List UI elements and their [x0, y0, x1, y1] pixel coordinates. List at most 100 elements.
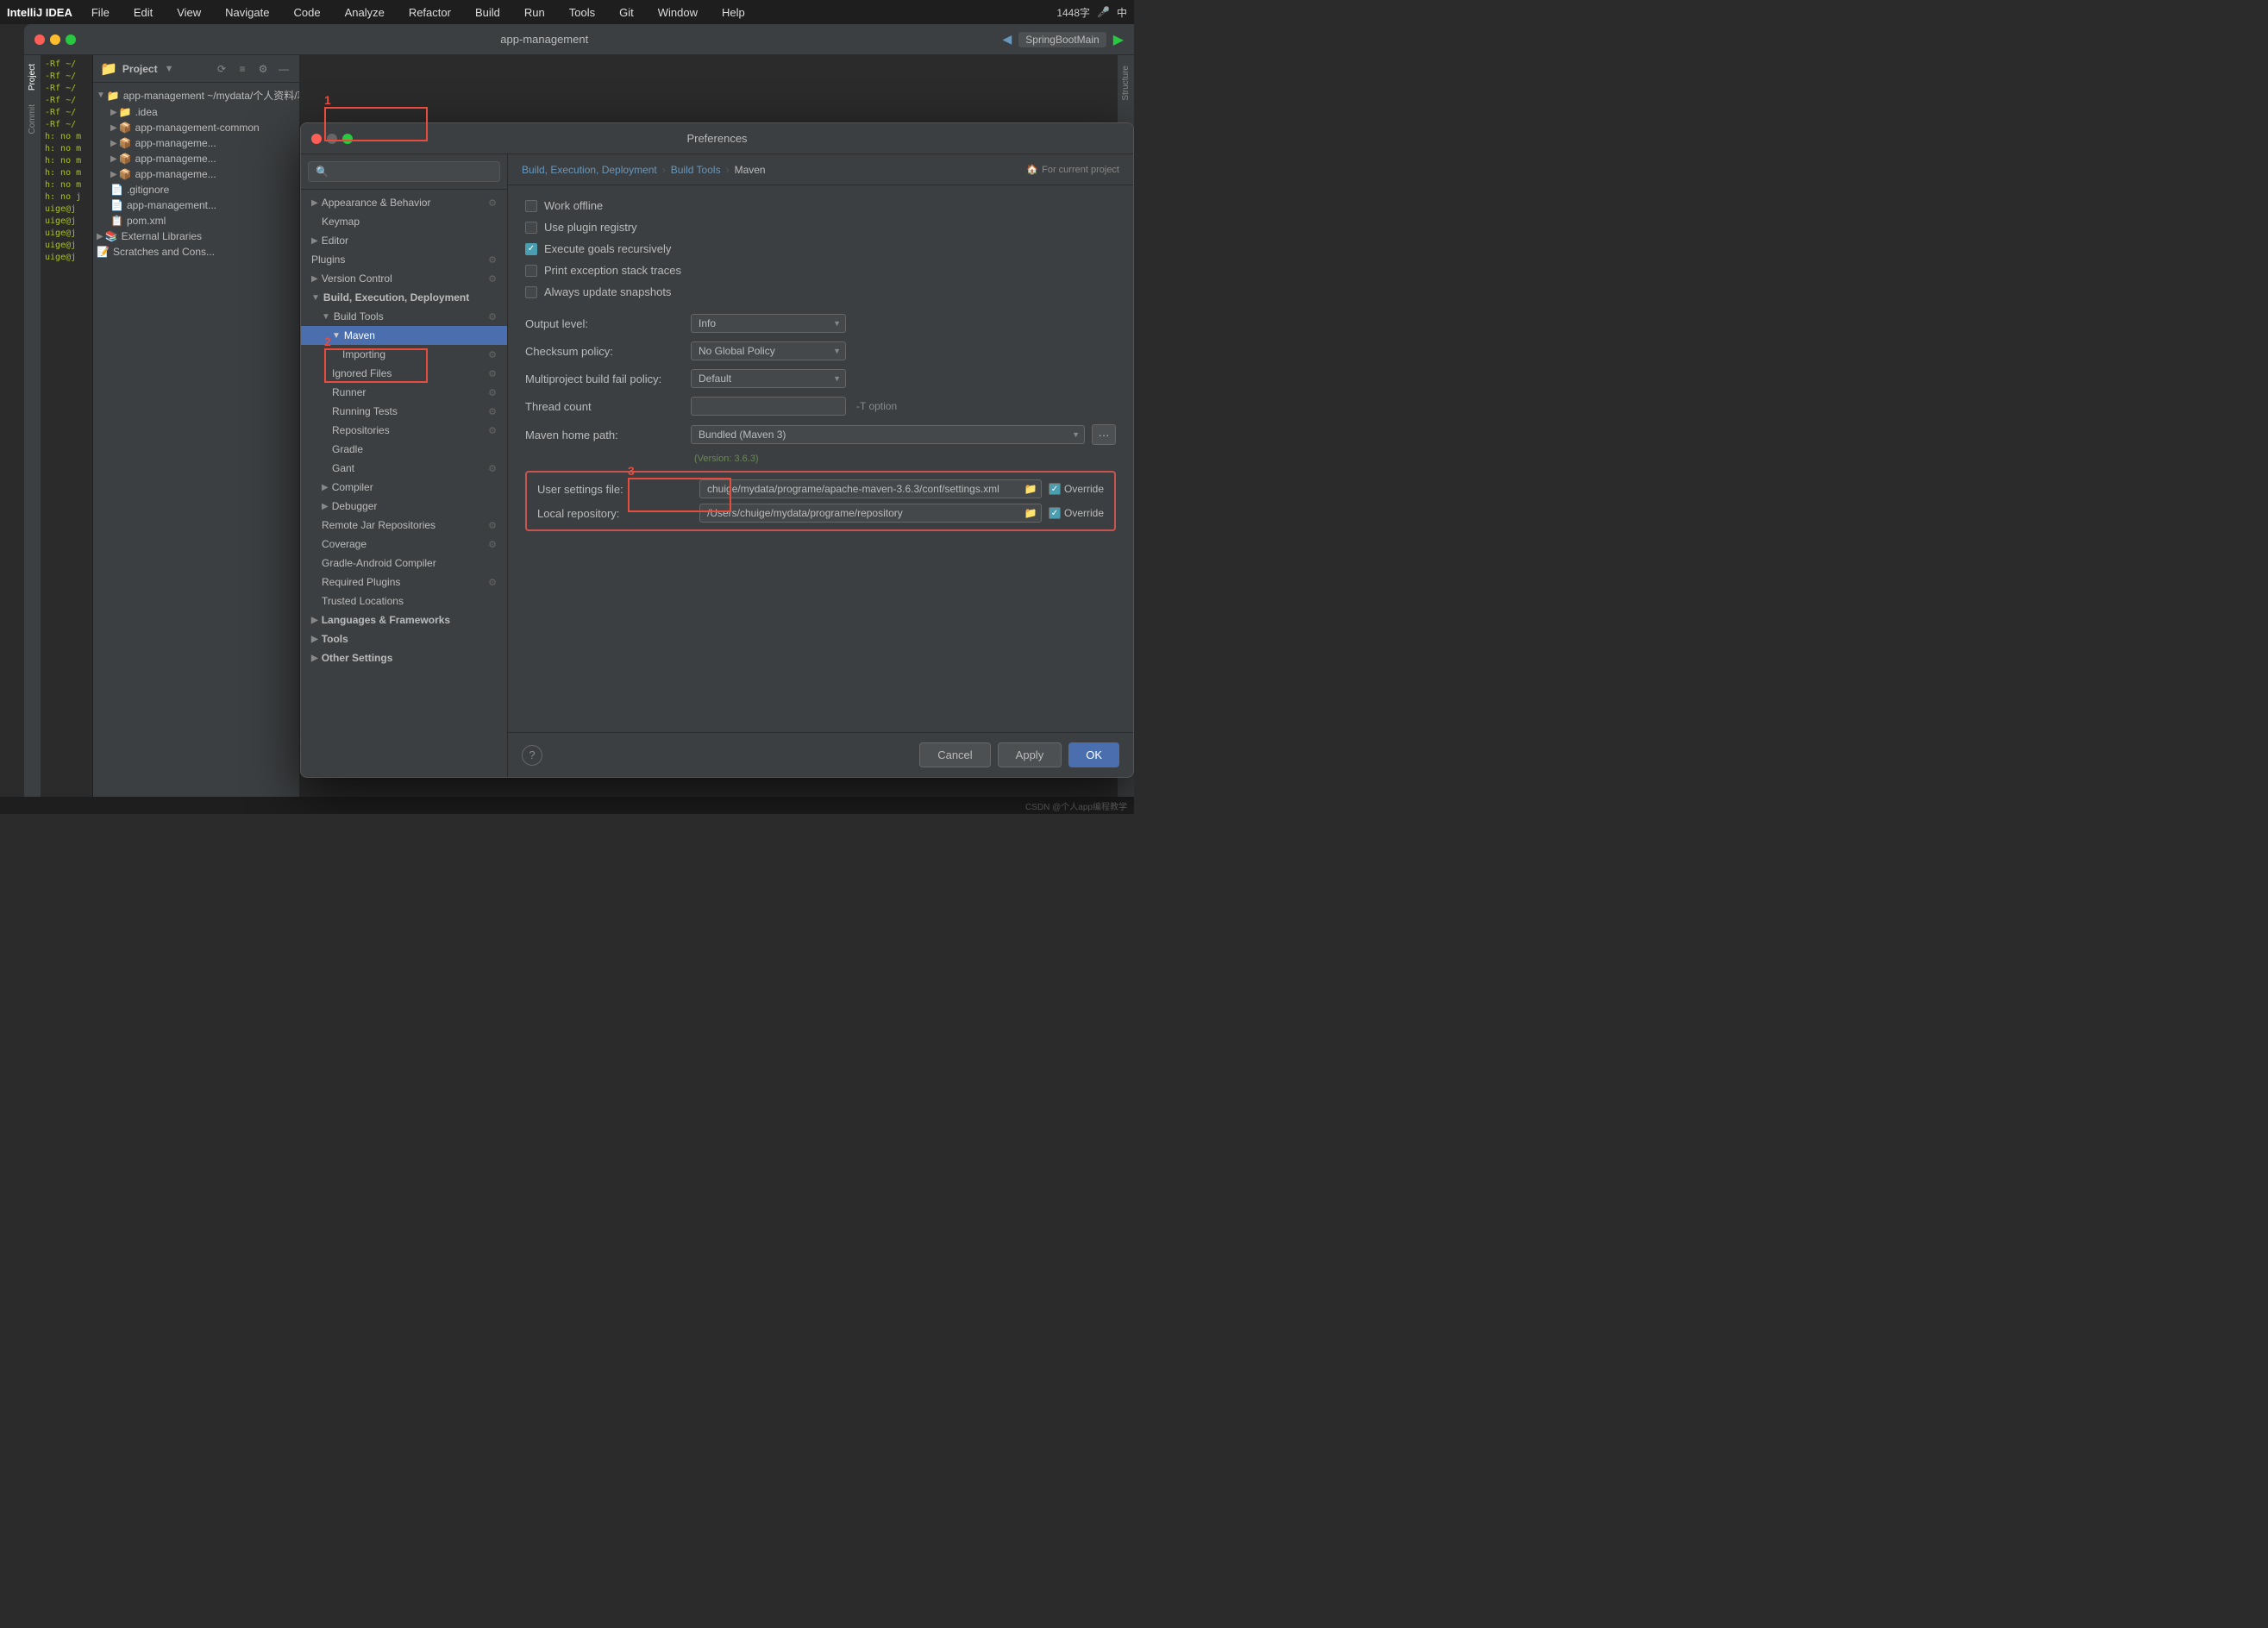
output-level-select[interactable]: Info Debug Warn Error	[691, 314, 846, 333]
menu-window[interactable]: Window	[653, 4, 703, 21]
tree-item-external[interactable]: ▶ 📚 External Libraries	[93, 229, 299, 244]
project-dropdown[interactable]: ▼	[165, 64, 174, 74]
dialog-maximize[interactable]	[342, 134, 353, 144]
menu-code[interactable]: Code	[288, 4, 325, 21]
local-repo-input[interactable]	[699, 504, 1042, 523]
label-multiproject-fail: Multiproject build fail policy:	[525, 373, 680, 385]
mic-icon: 🎤	[1097, 6, 1110, 18]
nav-build-exec[interactable]: ▼ Build, Execution, Deployment	[301, 288, 507, 307]
checkbox-work-offline[interactable]	[525, 200, 537, 212]
nav-gradle-android[interactable]: Gradle-Android Compiler	[301, 554, 507, 573]
tree-item-m3[interactable]: ▶ 📦 app-manageme...	[93, 151, 299, 166]
nav-languages[interactable]: ▶ Languages & Frameworks	[301, 610, 507, 629]
breadcrumb-tools[interactable]: Build Tools	[671, 164, 721, 176]
nav-importing[interactable]: Importing ⚙	[301, 345, 507, 364]
minimize-button[interactable]	[50, 34, 60, 45]
cancel-button[interactable]: Cancel	[919, 742, 990, 767]
apply-button[interactable]: Apply	[998, 742, 1062, 767]
tree-item-pom[interactable]: 📋 pom.xml	[93, 213, 299, 229]
tree-item-gitignore[interactable]: 📄 .gitignore	[93, 182, 299, 197]
menu-run[interactable]: Run	[519, 4, 550, 21]
nav-coverage[interactable]: Coverage ⚙	[301, 535, 507, 554]
user-settings-input[interactable]	[699, 479, 1042, 498]
maven-home-browse-btn[interactable]: ···	[1092, 424, 1116, 445]
menu-view[interactable]: View	[172, 4, 206, 21]
dialog-titlebar: Preferences	[301, 123, 1133, 154]
nav-other-settings[interactable]: ▶ Other Settings	[301, 648, 507, 667]
checkbox-plugin-registry[interactable]	[525, 222, 537, 234]
nav-runner[interactable]: Runner ⚙	[301, 383, 507, 402]
tree-item-idea[interactable]: ▶ 📁 .idea	[93, 104, 299, 120]
checksum-policy-select[interactable]: No Global Policy Fail Warn Ignore	[691, 341, 846, 360]
nav-appearance[interactable]: ▶ Appearance & Behavior ⚙	[301, 193, 507, 212]
console-line: h: no m	[45, 179, 89, 191]
dialog-minimize[interactable]	[327, 134, 337, 144]
dialog-close[interactable]	[311, 134, 322, 144]
menu-help[interactable]: Help	[717, 4, 750, 21]
menu-analyze[interactable]: Analyze	[340, 4, 390, 21]
nav-editor[interactable]: ▶ Editor	[301, 231, 507, 250]
menu-edit[interactable]: Edit	[128, 4, 158, 21]
nav-debugger[interactable]: ▶ Debugger	[301, 497, 507, 516]
nav-build-tools[interactable]: ▼ Build Tools ⚙	[301, 307, 507, 326]
checkbox-print-traces[interactable]	[525, 265, 537, 277]
nav-maven[interactable]: ▼ Maven	[301, 326, 507, 345]
maven-home-select[interactable]: Bundled (Maven 3)	[691, 425, 1085, 444]
nav-running-tests[interactable]: Running Tests ⚙	[301, 402, 507, 421]
user-settings-override-checkbox[interactable]	[1049, 483, 1061, 495]
project-icon: 🏠	[1026, 164, 1038, 175]
commit-tab[interactable]: Commit	[26, 99, 39, 139]
dialog-nav: ▶ Appearance & Behavior ⚙ Keymap ▶ Edito…	[301, 190, 507, 777]
collapse-btn[interactable]: ≡	[234, 60, 251, 78]
nav-plugins[interactable]: Plugins ⚙	[301, 250, 507, 269]
maximize-button[interactable]	[66, 34, 76, 45]
menu-build[interactable]: Build	[470, 4, 505, 21]
sync-btn[interactable]: ⟳	[213, 60, 230, 78]
tree-item-scratches[interactable]: 📝 Scratches and Cons...	[93, 244, 299, 260]
local-repo-browse-btn[interactable]: 📁	[1021, 504, 1040, 522]
tree-item-m4[interactable]: ▶ 📦 app-manageme...	[93, 166, 299, 182]
ok-button[interactable]: OK	[1068, 742, 1119, 767]
tree-item-root[interactable]: ▼ 📁 app-management ~/mydata/个人资料/项	[93, 86, 299, 104]
menu-file[interactable]: File	[86, 4, 115, 21]
nav-compiler[interactable]: ▶ Compiler	[301, 478, 507, 497]
run-icon[interactable]: ▶	[1113, 31, 1124, 48]
menu-navigate[interactable]: Navigate	[220, 4, 274, 21]
tree-item-m2[interactable]: ▶ 📦 app-manageme...	[93, 135, 299, 151]
thread-count-input[interactable]	[691, 397, 846, 416]
nav-gant[interactable]: Gant ⚙	[301, 459, 507, 478]
settings-btn[interactable]: ⚙	[254, 60, 272, 78]
local-repo-override-checkbox[interactable]	[1049, 507, 1061, 519]
menu-tools[interactable]: Tools	[564, 4, 600, 21]
multiproject-select[interactable]: Default Fail at End Fail Fast Never Fail	[691, 369, 846, 388]
menu-git[interactable]: Git	[614, 4, 639, 21]
setting-row-print-traces: Print exception stack traces	[525, 264, 1116, 277]
nav-repositories[interactable]: Repositories ⚙	[301, 421, 507, 440]
nav-gradle[interactable]: Gradle	[301, 440, 507, 459]
nav-required-plugins[interactable]: Required Plugins ⚙	[301, 573, 507, 592]
nav-keymap[interactable]: Keymap	[301, 212, 507, 231]
tree-item-appfile[interactable]: 📄 app-management...	[93, 197, 299, 213]
close-button[interactable]	[34, 34, 45, 45]
nav-trusted-locations[interactable]: Trusted Locations	[301, 592, 507, 610]
nav-ignored-files[interactable]: Ignored Files ⚙	[301, 364, 507, 383]
project-tab[interactable]: Project	[26, 59, 39, 96]
close-panel-btn[interactable]: —	[275, 60, 292, 78]
back-icon[interactable]: ◀	[1003, 32, 1012, 47]
nav-tools[interactable]: ▶ Tools	[301, 629, 507, 648]
checkbox-execute-goals[interactable]	[525, 243, 537, 255]
menu-refactor[interactable]: Refactor	[404, 4, 456, 21]
run-config-selector[interactable]: SpringBootMain	[1018, 32, 1106, 47]
user-settings-browse-btn[interactable]: 📁	[1021, 480, 1040, 498]
footer-buttons: Cancel Apply OK	[919, 742, 1119, 767]
checkbox-update-snapshots[interactable]	[525, 286, 537, 298]
local-repo-input-wrap: 📁	[699, 504, 1042, 523]
ide-toolbar-right: ◀ SpringBootMain ▶	[1003, 31, 1124, 48]
nav-vcs[interactable]: ▶ Version Control ⚙	[301, 269, 507, 288]
help-button[interactable]: ?	[522, 745, 542, 766]
tree-item-common[interactable]: ▶ 📦 app-management-common	[93, 120, 299, 135]
ignored-icon: ⚙	[488, 368, 497, 379]
search-input[interactable]	[308, 161, 500, 182]
breadcrumb-build[interactable]: Build, Execution, Deployment	[522, 164, 657, 176]
nav-remote-jar[interactable]: Remote Jar Repositories ⚙	[301, 516, 507, 535]
